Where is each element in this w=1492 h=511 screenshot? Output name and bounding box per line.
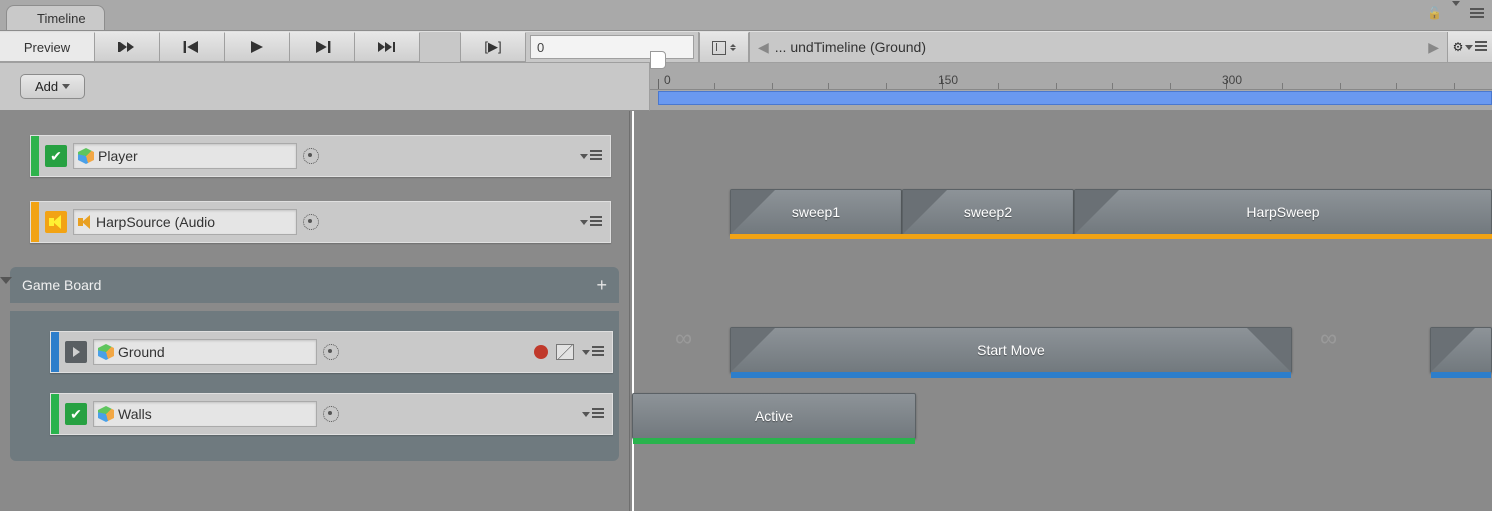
- preview-button[interactable]: Preview: [0, 32, 95, 62]
- avatar-icon[interactable]: [323, 406, 339, 422]
- track-row-harp[interactable]: HarpSource (Audio: [30, 201, 611, 243]
- infinity-icon: ∞: [1320, 325, 1337, 353]
- track-name: Ground: [118, 344, 165, 360]
- clip-start-move[interactable]: Start Move: [730, 327, 1292, 373]
- audio-underline: [730, 234, 1492, 239]
- track-color: [51, 332, 59, 372]
- playhead-line: [632, 111, 634, 511]
- clip-harpsweep[interactable]: HarpSweep: [1074, 189, 1492, 235]
- clip-label: sweep1: [792, 204, 840, 220]
- track-menu-button[interactable]: [580, 150, 602, 162]
- clip-label: Start Move: [977, 342, 1045, 358]
- gameobject-icon: [98, 406, 114, 422]
- ruler[interactable]: 0 150 300: [650, 63, 1492, 111]
- clip-area[interactable]: sweep1 sweep2 HarpSweep ∞ Start Move ∞: [630, 111, 1492, 511]
- avatar-icon[interactable]: [303, 214, 319, 230]
- toolbar: Preview [▶] 0 ◀ ... u: [0, 31, 1492, 63]
- chevron-left-icon: ◀: [758, 39, 769, 56]
- window-titlebar: Timeline: [0, 0, 1492, 31]
- track-type-icon: [45, 211, 67, 233]
- frame-view-icon: [712, 41, 726, 55]
- play-icon: [73, 347, 80, 357]
- track-color: [51, 394, 59, 434]
- add-track-button[interactable]: Add: [20, 74, 85, 99]
- track-group-body: Ground ✔ Walls: [10, 311, 619, 461]
- clip-label: HarpSweep: [1246, 204, 1319, 220]
- secondary-row: Add 0 150 300: [0, 63, 1492, 111]
- clip-active[interactable]: Active: [632, 393, 916, 439]
- step-forward-button[interactable]: [290, 32, 355, 62]
- gameobject-icon: [98, 344, 114, 360]
- track-active-toggle[interactable]: ✔: [65, 403, 87, 425]
- add-label: Add: [35, 79, 58, 94]
- breadcrumb[interactable]: ◀ ... undTimeline (Ground) ▶: [749, 32, 1447, 62]
- track-name: Walls: [118, 406, 152, 422]
- play-range-button[interactable]: [▶]: [460, 32, 526, 62]
- ruler-ticks: 0 150 300: [650, 69, 1492, 90]
- group-name: Game Board: [22, 277, 101, 293]
- track-binding-field[interactable]: HarpSource (Audio: [73, 209, 297, 235]
- timeline-range-bar[interactable]: [658, 91, 1492, 105]
- track-menu-button[interactable]: [582, 408, 604, 420]
- speaker-icon: [78, 215, 92, 229]
- track-menu-button[interactable]: [580, 216, 602, 228]
- avatar-icon[interactable]: [303, 148, 319, 164]
- breadcrumb-label: ... undTimeline (Ground): [775, 39, 926, 55]
- chevron-right-icon: ▶: [1428, 39, 1439, 56]
- clip-sweep1[interactable]: sweep1: [730, 189, 902, 235]
- foldout-icon[interactable]: [0, 277, 12, 284]
- tracks-panel: ✔ Player HarpSource (Audio: [0, 111, 630, 511]
- panel-menu-icon[interactable]: [1470, 8, 1484, 18]
- track-binding-field[interactable]: Ground: [93, 339, 317, 365]
- track-binding-field[interactable]: Player: [73, 143, 297, 169]
- track-row-player[interactable]: ✔ Player: [30, 135, 611, 177]
- gear-icon: ⚙: [1453, 40, 1464, 54]
- lock-icon[interactable]: [1427, 6, 1442, 20]
- tick-label: 0: [664, 73, 671, 87]
- avatar-icon[interactable]: [323, 344, 339, 360]
- infinity-icon: ∞: [675, 325, 692, 353]
- record-button[interactable]: [534, 345, 548, 359]
- track-name: HarpSource (Audio: [96, 214, 215, 230]
- curves-button[interactable]: [556, 344, 574, 360]
- clip-mode-button[interactable]: [699, 32, 749, 62]
- timeline-tab[interactable]: Timeline: [6, 5, 105, 30]
- tab-title: Timeline: [37, 11, 86, 26]
- track-row-ground[interactable]: Ground: [50, 331, 613, 373]
- step-back-button[interactable]: [160, 32, 225, 62]
- gameobject-icon: [78, 148, 94, 164]
- dropdown-caret-icon[interactable]: [1452, 6, 1460, 20]
- track-name: Player: [98, 148, 138, 164]
- rewind-start-button[interactable]: [95, 32, 160, 62]
- track-binding-field[interactable]: Walls: [93, 401, 317, 427]
- tick-label: 300: [1222, 73, 1242, 87]
- clip-sweep2[interactable]: sweep2: [902, 189, 1074, 235]
- clip-trailing[interactable]: [1430, 327, 1492, 373]
- track-row-walls[interactable]: ✔ Walls: [50, 393, 613, 435]
- clip-label: Active: [755, 408, 793, 424]
- clip-label: sweep2: [964, 204, 1012, 220]
- forward-end-button[interactable]: [355, 32, 420, 62]
- track-play-button[interactable]: [65, 341, 87, 363]
- tick-label: 150: [938, 73, 958, 87]
- track-group-header[interactable]: Game Board +: [10, 267, 619, 303]
- frame-input[interactable]: 0: [530, 35, 694, 59]
- track-color: [31, 202, 39, 242]
- track-menu-button[interactable]: [582, 346, 604, 358]
- settings-button[interactable]: ⚙: [1447, 32, 1492, 62]
- group-add-button[interactable]: +: [596, 275, 607, 296]
- play-button[interactable]: [225, 32, 290, 62]
- playhead-marker[interactable]: [650, 51, 666, 69]
- track-color: [31, 136, 39, 176]
- preview-label: Preview: [24, 40, 70, 55]
- speaker-icon: [49, 215, 63, 229]
- frame-value: 0: [537, 40, 544, 55]
- chevron-down-icon: [62, 84, 70, 89]
- track-active-toggle[interactable]: ✔: [45, 145, 67, 167]
